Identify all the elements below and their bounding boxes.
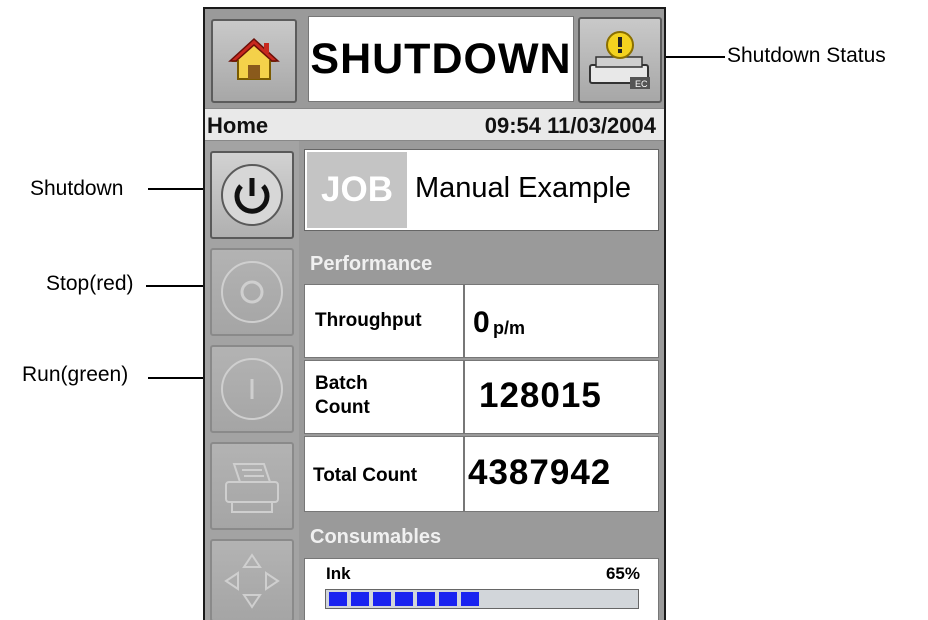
ink-level-bar (325, 589, 639, 609)
throughput-value-cell: 0 p/m (464, 284, 659, 358)
arrows-icon (224, 553, 280, 609)
total-count-value: 4387942 (468, 453, 612, 492)
throughput-label-cell: Throughput (304, 284, 464, 358)
batch-label-cell: Batch Count (304, 360, 464, 434)
home-icon (228, 37, 280, 80)
screen-name: Home (207, 113, 269, 138)
job-label: JOB (307, 152, 407, 228)
throughput-label: Throughput (315, 310, 422, 331)
print-button[interactable] (210, 442, 294, 530)
ink-level-segment (351, 592, 369, 606)
total-value-cell: 4387942 (464, 436, 659, 512)
total-count-label: Total Count (313, 465, 418, 486)
batch-value-cell: 128015 (464, 360, 659, 434)
power-icon (221, 164, 283, 226)
stop-icon (221, 261, 283, 323)
run-icon (221, 358, 283, 420)
control-sidebar (205, 141, 299, 620)
batch-label-line1: Batch (315, 373, 368, 394)
batch-label-line2: Count (315, 397, 370, 418)
callout-run: Run(green) (22, 363, 129, 386)
ink-level-segment (417, 592, 435, 606)
run-button[interactable] (210, 345, 294, 433)
status-detail-button[interactable]: EC (578, 17, 662, 103)
machine-status: SHUTDOWN (308, 16, 574, 102)
ink-level-segment (329, 592, 347, 606)
ink-level-segment (395, 592, 413, 606)
printer-touch-screen: SHUTDOWN EC Home 09:54 11/03/2004 JOB Ma… (203, 7, 666, 620)
consumables-heading: Consumables (310, 526, 442, 548)
callout-stop: Stop(red) (46, 272, 134, 295)
throughput-value: 0 (473, 306, 491, 339)
shutdown-button[interactable] (210, 151, 294, 239)
svg-text:EC: EC (635, 79, 648, 89)
ink-level-segment (439, 592, 457, 606)
main-panel: JOB Manual Example Performance Throughpu… (299, 141, 664, 620)
info-bar: Home 09:54 11/03/2004 (205, 108, 664, 141)
throughput-unit: p/m (493, 318, 526, 338)
ink-level-segment (461, 592, 479, 606)
total-label-cell: Total Count (304, 436, 464, 512)
status-bar: SHUTDOWN EC (205, 9, 664, 109)
performance-heading: Performance (310, 253, 433, 275)
date-time: 09:54 11/03/2004 (484, 113, 656, 138)
printer-warning-icon: EC (589, 31, 650, 89)
home-button[interactable] (211, 19, 297, 103)
performance-table: Throughput 0 p/m Batch Count 128015 Tota… (304, 284, 659, 512)
job-panel[interactable]: JOB Manual Example (304, 149, 659, 231)
ink-percent: 65% (605, 564, 640, 583)
printer-icon (225, 463, 279, 513)
navigate-button[interactable] (210, 539, 294, 620)
batch-count-value: 128015 (479, 376, 602, 415)
callout-shutdown-status: Shutdown Status (727, 44, 886, 67)
callout-shutdown: Shutdown (30, 177, 124, 200)
consumables-panel[interactable]: Ink 65% (304, 558, 659, 620)
ink-label: Ink (326, 564, 351, 583)
job-name: Manual Example (415, 172, 631, 204)
stop-button[interactable] (210, 248, 294, 336)
ink-level-segment (373, 592, 391, 606)
